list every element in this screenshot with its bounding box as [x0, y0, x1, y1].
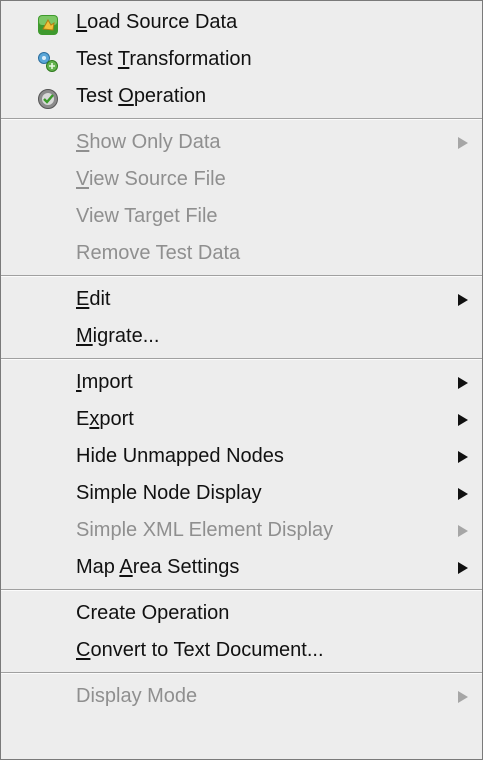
submenu-arrow-icon — [458, 294, 468, 306]
menu-item-label: View Source File — [76, 168, 226, 190]
menu-item-simple-node-display[interactable]: Simple Node Display — [1, 475, 482, 512]
menu-item-display-mode: Display Mode — [1, 678, 482, 715]
menu-section: Show Only Data View Source File View Targe… — [1, 124, 482, 272]
menu-item-migrate[interactable]: Migrate... — [1, 318, 482, 355]
menu-item-edit[interactable]: Edit — [1, 281, 482, 318]
submenu-arrow-icon — [458, 691, 468, 703]
menu-item-label: Migrate... — [76, 325, 160, 347]
menu-item-label: Map Area Settings — [76, 556, 240, 578]
menu-item-map-area-settings[interactable]: Map Area Settings — [1, 549, 482, 586]
submenu-arrow-icon — [458, 137, 468, 149]
menu-item-label: View Target File — [76, 205, 218, 227]
menu-item-label: Edit — [76, 288, 111, 310]
menu-separator — [1, 118, 482, 120]
menu-item-convert-to-text-document[interactable]: Convert to Text Document... — [1, 632, 482, 669]
submenu-arrow-icon — [458, 414, 468, 426]
load-data-icon — [37, 12, 59, 35]
menu-item-label: Convert to Text Document... — [76, 639, 324, 661]
menu-item-show-only-data: Show Only Data — [1, 124, 482, 161]
menu-separator — [1, 589, 482, 591]
menu-item-label: Create Operation — [76, 602, 230, 624]
menu-item-view-source-file: View Source File — [1, 161, 482, 198]
menu-item-label: Simple Node Display — [76, 482, 262, 504]
submenu-arrow-icon — [458, 377, 468, 389]
menu-item-label: Load Source Data — [76, 11, 238, 33]
menu-item-label: Export — [76, 408, 134, 430]
submenu-arrow-icon — [458, 562, 468, 574]
submenu-arrow-icon — [458, 451, 468, 463]
test-operation-icon — [37, 86, 59, 109]
menu-item-label: Hide Unmapped Nodes — [76, 445, 284, 467]
menu-item-remove-test-data: Remove Test Data — [1, 235, 482, 272]
submenu-arrow-icon — [458, 488, 468, 500]
submenu-arrow-icon — [458, 525, 468, 537]
menu-item-export[interactable]: Export — [1, 401, 482, 438]
menu-item-label: Remove Test Data — [76, 242, 241, 264]
menu-section: Edit Migrate... — [1, 281, 482, 355]
menu-separator — [1, 358, 482, 360]
menu-section: Load Source Data Test Transformation Test … — [1, 1, 482, 115]
menu-item-simple-xml-element-display: Simple XML Element Display — [1, 512, 482, 549]
menu-item-label: Import — [76, 371, 133, 393]
menu-item-load-source-data[interactable]: Load Source Data — [1, 4, 482, 41]
menu-item-label: Show Only Data — [76, 131, 221, 153]
menu-section: Create Operation Convert to Text Document… — [1, 595, 482, 669]
menu-item-label: Test Transformation — [76, 48, 252, 70]
test-transformation-icon — [37, 49, 59, 72]
menu-item-label: Test Operation — [76, 85, 207, 107]
menu-item-hide-unmapped-nodes[interactable]: Hide Unmapped Nodes — [1, 438, 482, 475]
menu-item-label: Display Mode — [76, 685, 198, 707]
menu-item-test-operation[interactable]: Test Operation — [1, 78, 482, 115]
menu-item-label: Simple XML Element Display — [76, 519, 334, 541]
menu-separator — [1, 672, 482, 674]
context-menu: Load Source Data Test Transformation Test … — [0, 0, 483, 760]
menu-section: Import Export Hide Unmapped Nodes Simple No… — [1, 364, 482, 586]
menu-item-view-target-file: View Target File — [1, 198, 482, 235]
menu-separator — [1, 275, 482, 277]
menu-item-create-operation[interactable]: Create Operation — [1, 595, 482, 632]
menu-item-test-transformation[interactable]: Test Transformation — [1, 41, 482, 78]
menu-item-import[interactable]: Import — [1, 364, 482, 401]
menu-section: Display Mode — [1, 678, 482, 715]
